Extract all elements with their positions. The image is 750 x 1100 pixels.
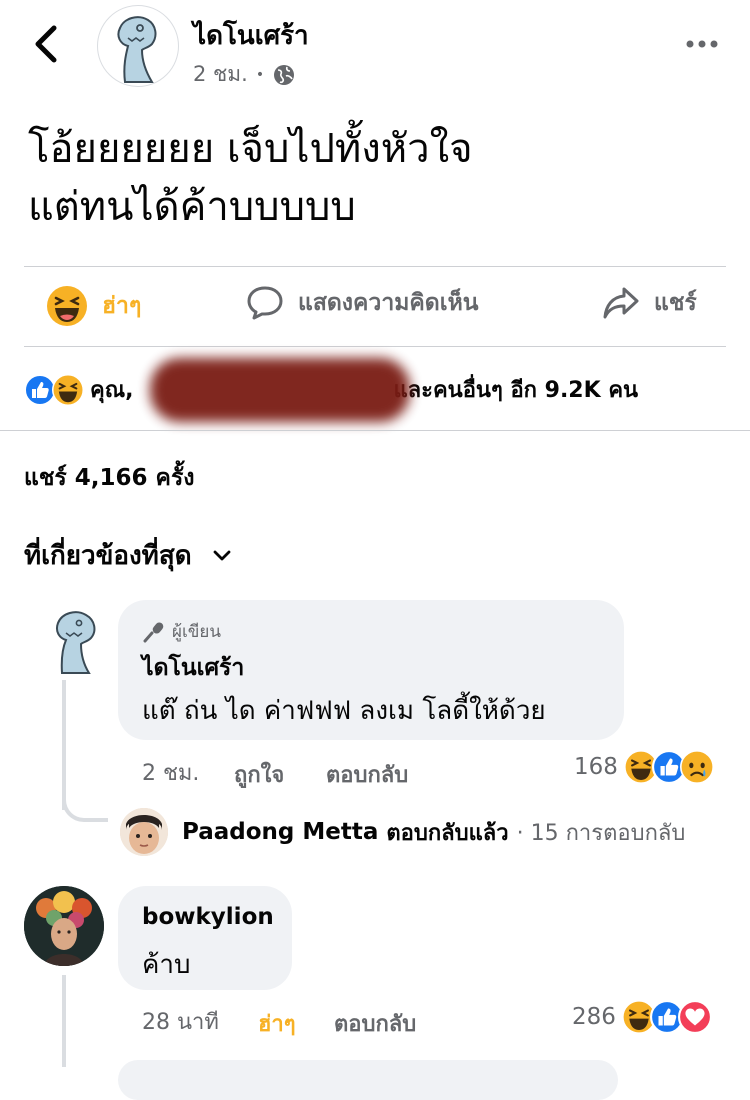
comment-time[interactable]: 2 ชม. xyxy=(142,755,199,790)
haha-label: ฮ่าๆ xyxy=(102,293,142,319)
haha-button[interactable]: ฮ่าๆ xyxy=(46,285,141,327)
dinosaur-icon xyxy=(56,611,96,674)
reaction-count: 168 xyxy=(574,754,618,780)
reaction-count: 286 xyxy=(572,1004,616,1030)
comment-author[interactable]: ไดโนเศร้า xyxy=(142,650,244,686)
comment-reactions[interactable]: 286 xyxy=(572,1000,712,1034)
dinosaur-icon xyxy=(117,16,157,83)
reaction-you: คุณ, xyxy=(90,378,134,403)
reaction-others: และคนอื่นๆ อีก 9.2K คน xyxy=(393,378,639,403)
separator-dot: • xyxy=(255,66,265,83)
reply-count: · 15 การตอบกลับ xyxy=(516,820,686,846)
reply-action: ตอบกลับแล้ว xyxy=(386,820,509,846)
love-reaction-icon xyxy=(677,1000,712,1034)
redacted-name xyxy=(150,358,410,422)
author-badge: ผู้เขียน xyxy=(142,618,221,645)
haha-emoji-icon xyxy=(47,286,87,326)
profile-photo-icon xyxy=(24,886,104,966)
comment-icon xyxy=(247,286,283,320)
sort-label: ที่เกี่ยวข้องที่สุด xyxy=(24,541,192,571)
comment-label: แสดงความคิดเห็น xyxy=(298,290,479,316)
post-text: โอ้ยยยยยย เจ็บไปทั้งหัวใจ แต่ทนได้ค้าบบบ… xyxy=(28,126,473,230)
sad-reaction-icon xyxy=(679,750,714,784)
comment-text: แต๊ ถ่น ได ค่าฟฟฟ ลงเม โลดี้ให้ด้วย xyxy=(142,696,546,726)
share-icon xyxy=(603,287,639,319)
reply-summary[interactable]: Paadong Metta ตอบกลับแล้ว · 15 การตอบกลั… xyxy=(120,808,685,856)
chevron-down-icon xyxy=(213,550,230,560)
divider xyxy=(24,266,726,267)
comment-sort-selector[interactable]: ที่เกี่ยวข้องที่สุด xyxy=(24,535,232,576)
post-time[interactable]: 2 ชม. xyxy=(193,58,248,91)
comment-time[interactable]: 28 นาที xyxy=(142,1004,219,1039)
reply-link[interactable]: ตอบกลับ xyxy=(326,757,408,792)
haha-reaction-icon xyxy=(52,373,84,406)
page-name[interactable]: ไดโนเศร้า xyxy=(193,15,309,56)
reply-avatar xyxy=(120,808,168,856)
globe-icon xyxy=(274,64,295,85)
page-avatar[interactable] xyxy=(97,5,179,87)
thread-connector xyxy=(62,760,108,822)
child-face-icon xyxy=(120,808,168,856)
reply-link[interactable]: ตอบกลับ xyxy=(334,1006,416,1041)
microphone-icon xyxy=(143,621,164,642)
section-divider xyxy=(0,430,750,431)
next-comment-bubble[interactable] xyxy=(118,1060,618,1100)
comment-reactions[interactable]: 168 xyxy=(574,750,714,784)
reply-author: Paadong Metta xyxy=(182,819,379,845)
divider xyxy=(24,346,726,347)
share-button[interactable]: แชร์ xyxy=(602,285,697,321)
more-options-icon[interactable] xyxy=(684,36,720,52)
haha-link[interactable]: ฮ่าๆ xyxy=(258,1006,296,1041)
comment-avatar[interactable] xyxy=(48,605,108,675)
author-badge-label: ผู้เขียน xyxy=(172,622,221,642)
thread-line xyxy=(62,975,66,1067)
like-link[interactable]: ถูกใจ xyxy=(234,757,284,792)
comment-button[interactable]: แสดงความคิดเห็น xyxy=(246,285,478,321)
comment-avatar[interactable] xyxy=(24,886,104,966)
back-arrow-icon[interactable] xyxy=(30,22,64,66)
comment-text: ค้าบ xyxy=(142,950,191,980)
comment-bubble[interactable]: ผู้เขียน ไดโนเศร้า แต๊ ถ่น ได ค่าฟฟฟ ลงเ… xyxy=(118,600,624,740)
post-meta: 2 ชม. • xyxy=(193,58,296,91)
share-count[interactable]: แชร์ 4,166 ครั้ง xyxy=(24,460,195,496)
comment-author[interactable]: bowkylion xyxy=(142,904,274,930)
share-label: แชร์ xyxy=(654,290,697,316)
comment-bubble[interactable]: bowkylion ค้าบ xyxy=(118,886,292,990)
